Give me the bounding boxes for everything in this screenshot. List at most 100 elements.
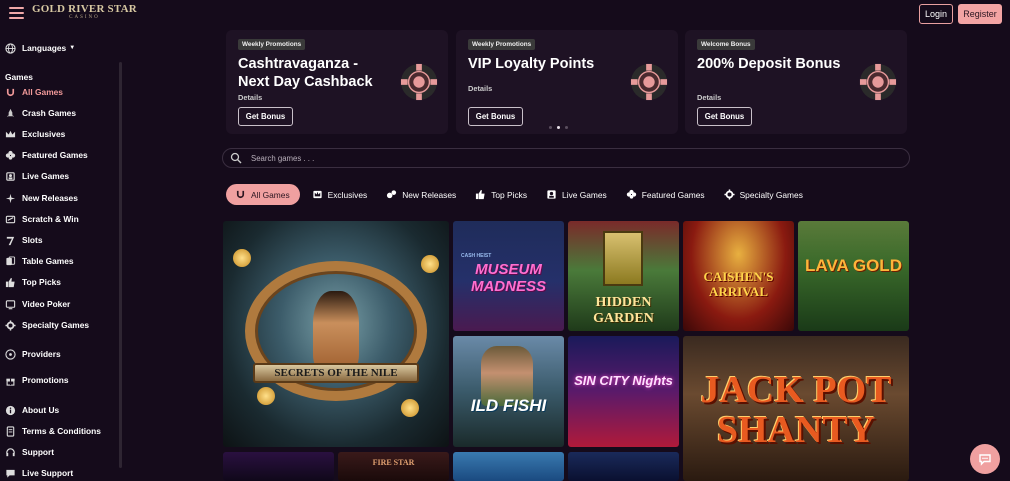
search-bar xyxy=(222,148,910,168)
game-title: HIDDEN GARDEN xyxy=(593,295,654,326)
tab-top-picks[interactable]: Top Picks xyxy=(468,184,534,205)
document-icon xyxy=(5,425,16,437)
sidebar-item-live-support[interactable]: Live Support xyxy=(5,465,73,481)
carousel-dot-active[interactable] xyxy=(557,126,560,129)
tab-all-games[interactable]: All Games xyxy=(226,184,300,205)
chat-icon xyxy=(979,454,991,466)
sidebar-item-specialty-games[interactable]: Specialty Games xyxy=(5,317,89,333)
promo-card-deposit-bonus[interactable]: Welcome Bonus 200% Deposit Bonus Details… xyxy=(685,30,907,134)
headset-icon xyxy=(5,447,16,458)
game-tile[interactable] xyxy=(568,452,679,481)
game-tile-museum-madness[interactable]: CASH HEIST MUSEUM MADNESS xyxy=(453,221,564,331)
languages-label: Languages xyxy=(22,43,67,53)
tile-art xyxy=(603,231,643,286)
sidebar-item-label: Video Poker xyxy=(22,299,71,309)
login-button[interactable]: Login xyxy=(919,4,953,24)
carousel-dot[interactable] xyxy=(565,126,568,129)
get-bonus-button[interactable]: Get Bonus xyxy=(238,107,293,126)
register-button[interactable]: Register xyxy=(958,4,1002,24)
sidebar-item-label: Terms & Conditions xyxy=(22,426,101,436)
sidebar-item-all-games[interactable]: All Games xyxy=(5,84,63,100)
live-chat-button[interactable] xyxy=(970,444,1000,474)
sidebar-item-support[interactable]: Support xyxy=(5,444,54,460)
tab-label: Exclusives xyxy=(327,189,368,200)
game-tile-hidden-garden[interactable]: HIDDEN GARDEN xyxy=(568,221,679,331)
promo-details-link[interactable]: Details xyxy=(697,93,721,102)
dealer-icon xyxy=(5,171,16,182)
globe-icon xyxy=(5,42,16,54)
search-input[interactable] xyxy=(251,153,851,163)
gear-icon xyxy=(5,319,16,331)
coin-icon xyxy=(257,387,275,405)
sidebar-item-terms[interactable]: Terms & Conditions xyxy=(5,423,101,439)
sidebar-item-label: Support xyxy=(22,447,55,457)
category-tabs: All Games Exclusives New Releases Top Pi… xyxy=(226,184,815,205)
get-bonus-button[interactable]: Get Bonus xyxy=(697,107,752,126)
promo-card-cashtravaganza[interactable]: Weekly Promotions Cashtravaganza - Next … xyxy=(226,30,448,134)
get-bonus-button[interactable]: Get Bonus xyxy=(468,107,523,126)
sidebar-item-crash-games[interactable]: Crash Games xyxy=(5,105,76,121)
game-tile[interactable] xyxy=(453,452,564,481)
game-tile-jackpot-shanty[interactable]: JACK POT SHANTY xyxy=(683,336,909,481)
game-tile-fire-star[interactable]: FIRE STAR xyxy=(338,452,449,481)
tab-label: Featured Games xyxy=(641,189,705,200)
providers-icon xyxy=(5,348,16,360)
sidebar-item-label: Specialty Games xyxy=(22,320,90,330)
menu-icon[interactable] xyxy=(9,7,24,19)
game-title: SECRETS OF THE NILE xyxy=(253,363,419,383)
dealer-icon xyxy=(546,189,557,200)
promo-details-link[interactable]: Details xyxy=(238,93,262,102)
game-title: CAISHEN'S ARRIVAL xyxy=(703,269,774,299)
sidebar-item-exclusives[interactable]: Exclusives xyxy=(5,126,65,142)
coin-icon xyxy=(233,249,251,267)
sidebar-item-featured-games[interactable]: Featured Games xyxy=(5,147,88,163)
sidebar-item-label: Top Picks xyxy=(22,277,61,287)
sidebar-item-label: Scratch & Win xyxy=(22,214,79,224)
logo[interactable]: GOLD RIVER STAR CASINO xyxy=(32,3,137,25)
casino-chip-icon xyxy=(400,63,438,101)
tab-exclusives[interactable]: Exclusives xyxy=(305,184,375,205)
promo-details-link[interactable]: Details xyxy=(468,84,492,93)
sidebar-item-label: Providers xyxy=(22,349,61,359)
languages-selector[interactable]: Languages ▼ xyxy=(5,40,75,56)
game-title: LAVA GOLD xyxy=(805,256,902,275)
sidebar-item-scratch-win[interactable]: Scratch & Win xyxy=(5,211,79,227)
game-tile-wild-fishing[interactable]: ILD FISHI xyxy=(453,336,564,447)
game-title: ILD FISHI xyxy=(470,396,547,415)
sidebar-item-live-games[interactable]: Live Games xyxy=(5,168,69,184)
sidebar-item-slots[interactable]: Slots xyxy=(5,232,42,248)
tile-art xyxy=(313,291,359,371)
sidebar-item-label: New Releases xyxy=(22,193,78,203)
sidebar-item-new-releases[interactable]: New Releases xyxy=(5,190,78,206)
sidebar-item-video-poker[interactable]: Video Poker xyxy=(5,296,70,312)
promo-title: 200% Deposit Bonus xyxy=(697,56,841,72)
sidebar-item-about-us[interactable]: About Us xyxy=(5,402,59,418)
tab-featured-games[interactable]: Featured Games xyxy=(619,184,712,205)
games-heading: Games xyxy=(5,72,33,82)
game-tile-secrets-of-the-nile[interactable]: SECRETS OF THE NILE xyxy=(223,221,449,447)
thumbs-up-icon xyxy=(5,277,16,288)
game-tile-caishens-arrival[interactable]: CAISHEN'S ARRIVAL xyxy=(683,221,794,331)
game-title: FIRE STAR xyxy=(372,458,415,467)
crown-icon xyxy=(5,129,16,140)
sidebar-item-top-picks[interactable]: Top Picks xyxy=(5,274,61,290)
promo-tag: Welcome Bonus xyxy=(697,39,755,50)
sidebar-item-label: Crash Games xyxy=(22,108,76,118)
game-tile-lava-gold[interactable]: LAVA GOLD xyxy=(798,221,909,331)
sparkle-icon xyxy=(386,189,397,200)
game-tile[interactable] xyxy=(223,452,334,481)
tab-new-releases[interactable]: New Releases xyxy=(379,184,463,205)
tab-specialty-games[interactable]: Specialty Games xyxy=(717,184,810,205)
sidebar-item-label: About Us xyxy=(22,405,60,415)
sidebar-item-providers[interactable]: Providers xyxy=(5,346,61,362)
sidebar-item-table-games[interactable]: Table Games xyxy=(5,253,74,269)
game-tile-sin-city-nights[interactable]: SIN CITY Nights xyxy=(568,336,679,447)
carousel-dot[interactable] xyxy=(549,126,552,129)
sidebar-scrollbar[interactable] xyxy=(119,62,122,468)
game-title: SIN CITY Nights xyxy=(574,373,673,388)
rocket-icon xyxy=(5,108,16,119)
gift-icon xyxy=(5,375,16,386)
tab-live-games[interactable]: Live Games xyxy=(539,184,614,205)
promo-card-vip-loyalty[interactable]: Weekly Promotions VIP Loyalty Points Det… xyxy=(456,30,678,134)
sidebar-item-promotions[interactable]: Promotions xyxy=(5,372,69,388)
